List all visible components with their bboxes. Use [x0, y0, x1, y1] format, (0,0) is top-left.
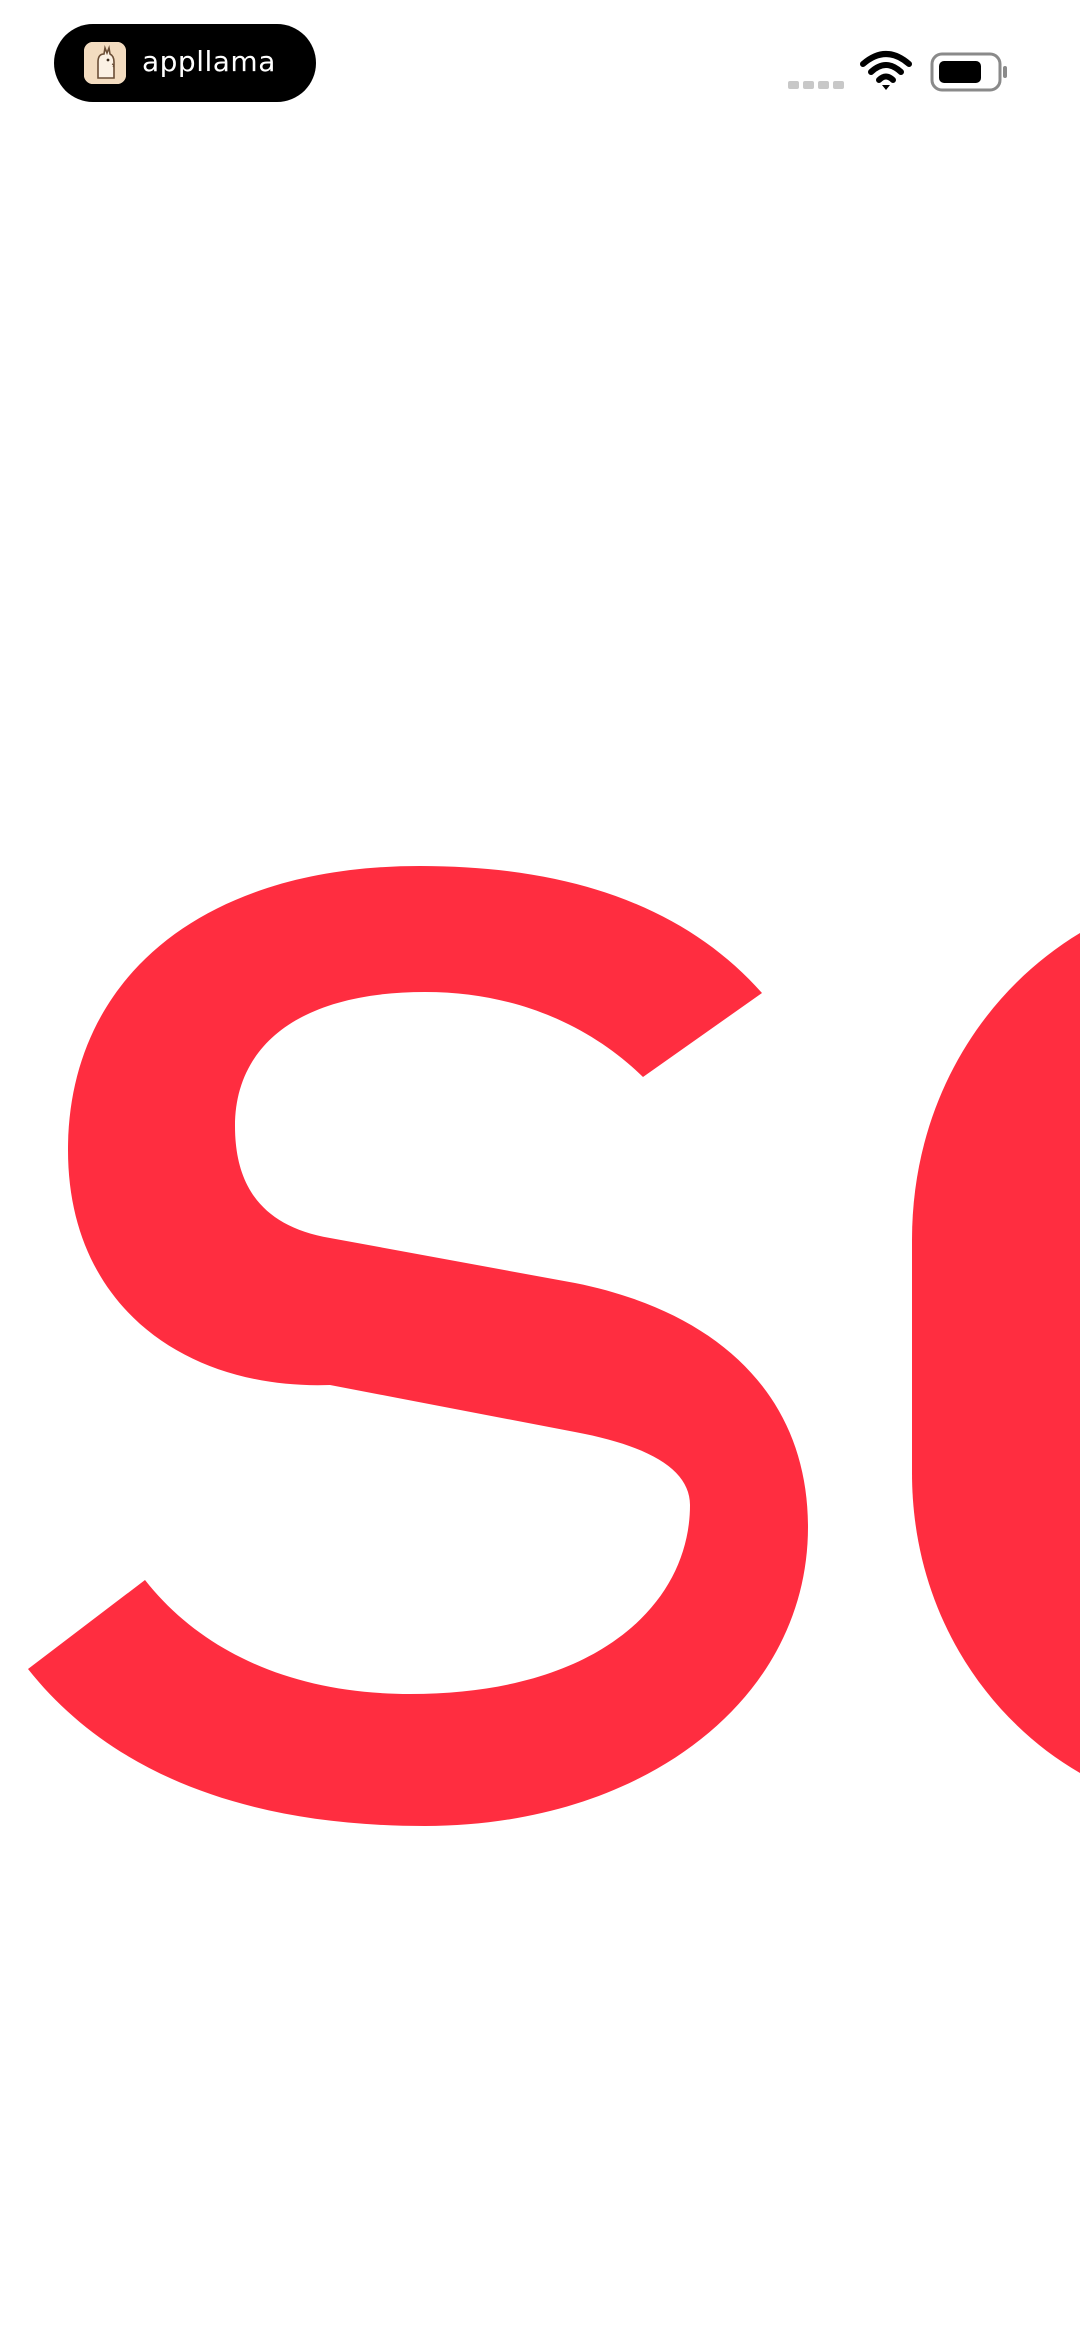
- hero-letters: [28, 866, 1080, 1826]
- letter-c: [912, 933, 1080, 1773]
- letter-s: [28, 866, 808, 1826]
